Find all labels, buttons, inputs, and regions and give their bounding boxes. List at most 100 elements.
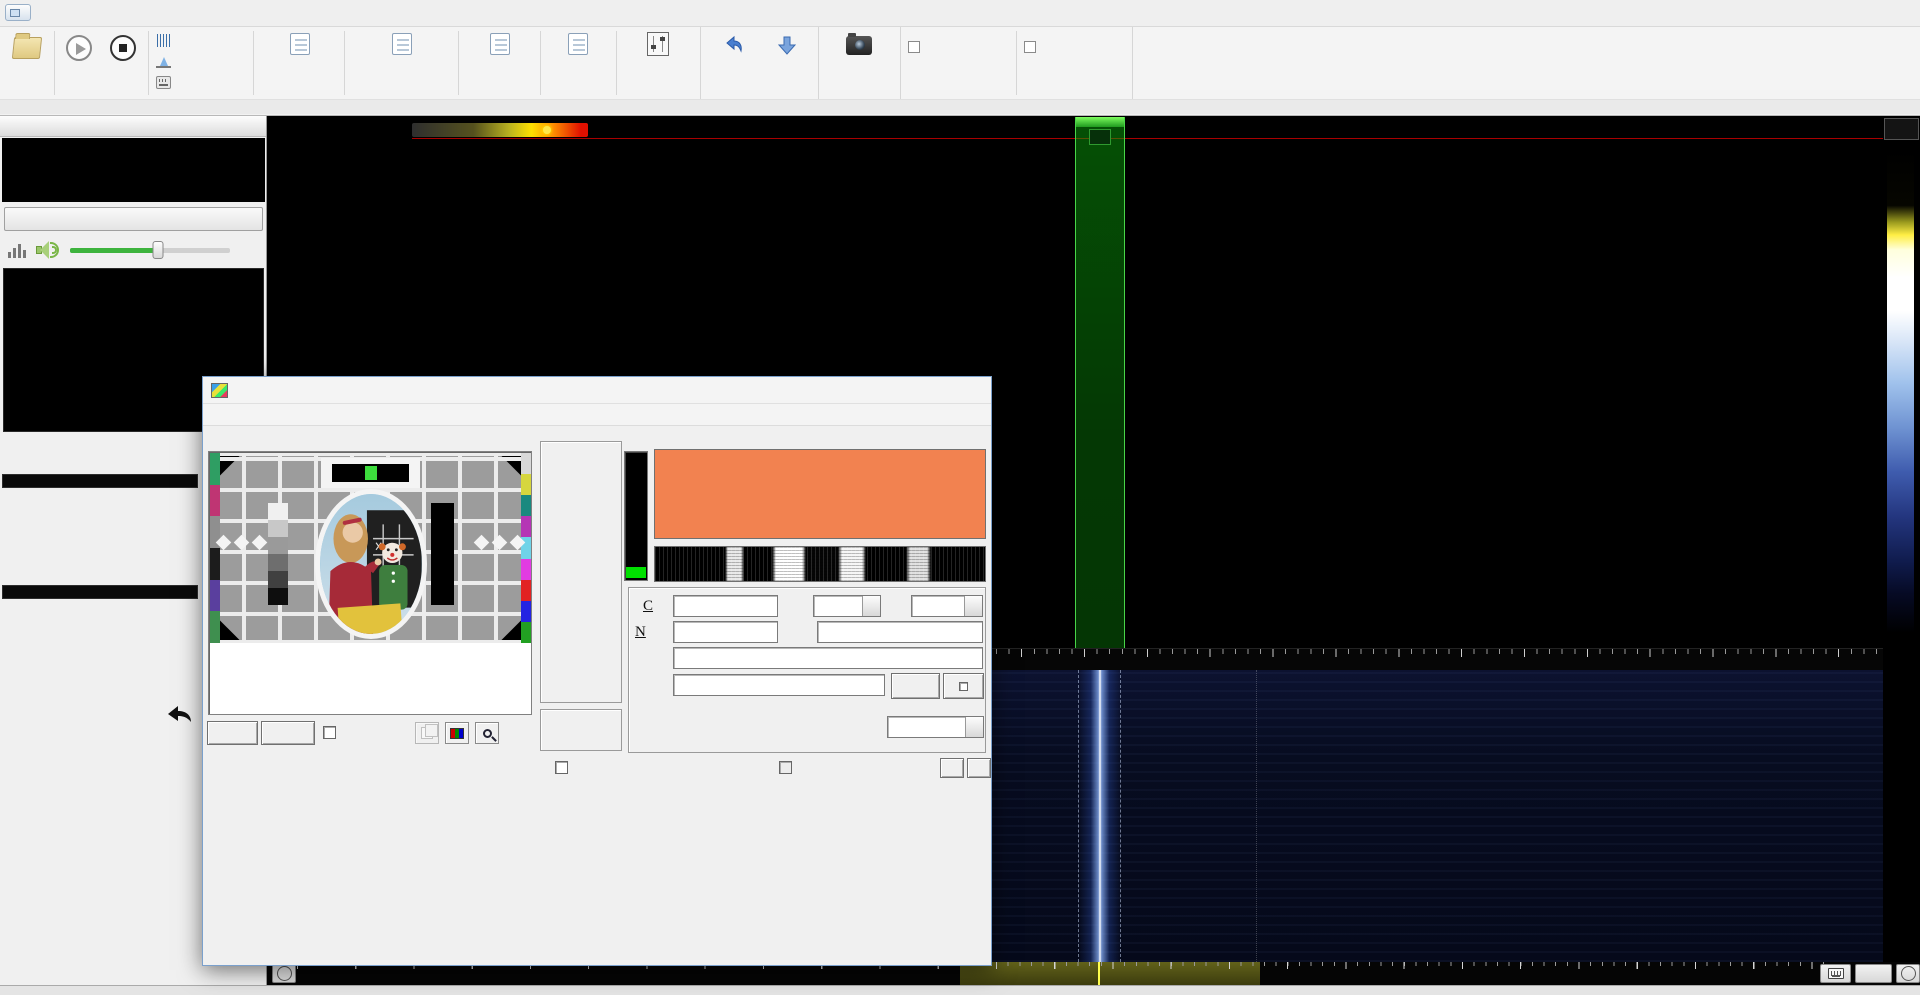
page-prev-button[interactable] [940,758,964,778]
image-clear-button[interactable] [207,721,258,745]
noise-blanker-enable-checkbox[interactable] [1024,37,1128,57]
volume-slider[interactable] [70,248,230,253]
receive-panel-header[interactable] [0,116,266,137]
testcard-right-colorbar [521,453,531,643]
sstv-frequency-select[interactable] [887,716,984,738]
copy-icon [421,727,433,739]
copy-image-button[interactable] [415,722,439,744]
auto-mute-options-button[interactable] [908,57,1012,77]
auto-history-checkbox[interactable] [323,726,336,739]
his-select[interactable] [813,595,881,617]
magnifier-button[interactable] [475,722,499,744]
levels-icon[interactable] [8,242,26,258]
start-button[interactable] [58,29,100,95]
waterfall-info-overlay [1000,898,1176,908]
scale-back-button[interactable] [272,964,296,983]
mmsstv-title-bar[interactable] [203,377,991,404]
auto-mute-enable-box[interactable] [908,41,920,53]
received-image-box [208,451,532,715]
scale-back-icon [277,966,292,981]
radio-configuration-icon [647,32,669,56]
lo-mode-dropdown[interactable] [544,29,612,95]
call-input[interactable] [673,595,778,617]
sstv-spectrum-display [654,449,986,539]
resync-button[interactable] [261,721,315,745]
stop-icon [110,35,136,61]
passband-edge-right[interactable] [1120,670,1121,962]
waterfall-legend [1883,116,1920,985]
minimize-button[interactable] [877,377,915,404]
rxid-button[interactable] [891,673,940,699]
visual-gain-dropdown[interactable] [462,29,538,95]
picture-button[interactable] [445,722,469,744]
previous-button[interactable] [706,29,760,95]
calibration-button[interactable] [154,51,250,72]
signal-level-green [626,567,646,578]
my-select[interactable] [911,595,983,617]
keyboard-entry-button[interactable] [1820,964,1851,983]
rf-gain-dropdown[interactable] [258,29,342,95]
his-select-arrow[interactable] [862,596,880,616]
if-gain-dropdown[interactable] [348,29,456,95]
mmsstv-menu-bar [203,404,991,426]
draft-checkbox[interactable] [779,761,792,774]
bandwidth-icon [156,34,171,47]
app-menu-icon[interactable] [5,4,31,21]
select-radio-button[interactable] [4,29,50,95]
visual-gain-icon [490,33,510,55]
name-input[interactable] [673,621,778,643]
calibration-icon [156,55,171,68]
radio-configuration-button[interactable] [620,29,696,95]
mmsstv-app-icon [211,383,228,398]
received-sstv-image [210,453,531,643]
mode-grid [2,474,198,488]
filter-grid [2,585,198,599]
frequency-button[interactable] [154,72,250,93]
noise-blanker-options-button[interactable] [1024,57,1128,77]
lo-mode-icon [568,33,588,55]
ribbon-group-labels [0,99,1920,114]
name-label: N [635,624,646,641]
dsp-group [540,709,622,751]
screenshot-button[interactable] [824,29,894,95]
close-button[interactable] [953,377,991,404]
page-next-button[interactable] [967,758,991,778]
picture-icon [450,728,464,739]
sstv-frequency-arrow[interactable] [965,717,983,737]
qth-input[interactable] [817,621,983,643]
stop-button[interactable] [102,29,144,95]
maximize-button[interactable] [915,377,953,404]
ribbon [0,0,1920,116]
bandwidth-button[interactable] [154,30,250,51]
speaker-icon[interactable] [36,240,60,260]
audio-device-select[interactable] [4,207,263,231]
legend-auto-button[interactable] [1884,118,1919,140]
scale-forward-button[interactable] [1896,964,1920,983]
tuned-frequency-line [1098,962,1100,985]
auto-mute-group [908,31,1012,77]
note-input[interactable] [673,647,983,669]
noise-blanker-group [1024,31,1128,77]
magnifier-icon [483,729,492,738]
zoom-button[interactable] [1855,964,1892,983]
auto-mute-enable-checkbox[interactable] [908,37,1012,57]
status-bar [0,985,1920,995]
volume-slider-thumb[interactable] [153,241,164,259]
if-gain-icon [392,33,412,55]
history-dropdown[interactable] [762,29,812,95]
legend-gradient-bar[interactable] [1887,150,1914,705]
frequency-icon [156,76,171,89]
noise-blanker-enable-box[interactable] [1024,41,1036,53]
qsl-input[interactable] [673,674,885,696]
history-icon [775,33,799,57]
keyboard-icon [1828,968,1844,979]
screenshot-icon [846,36,872,55]
agc-undo-icon[interactable] [164,702,194,726]
passband-edge-left[interactable] [1078,670,1079,962]
frequency-display[interactable] [2,138,265,202]
abc-button[interactable] [943,673,984,699]
waterfall-marker-line [1256,670,1257,962]
mmsstv-window[interactable]: C N [202,376,992,966]
my-select-arrow[interactable] [964,596,982,616]
show-with-template-checkbox[interactable] [555,761,568,774]
